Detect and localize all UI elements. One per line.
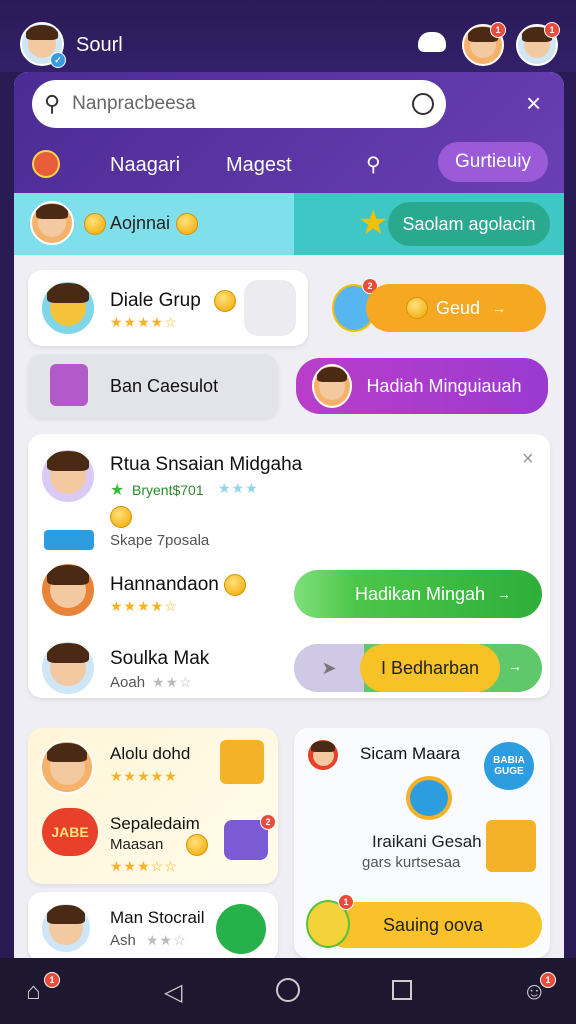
row2-button[interactable]: ➤ I Bedharban → xyxy=(294,644,542,692)
list-card: × Rtua Snsaian Midgaha ★ Bryent$701 ★★★ … xyxy=(28,434,550,698)
row2-button-label: I Bedharban xyxy=(360,644,500,692)
cloud-icon[interactable] xyxy=(418,32,446,52)
main-panel: ⚲ Nanpracbeesa × Naagari Magest ⚲ Gurtie… xyxy=(14,72,564,958)
coin-icon-3 xyxy=(214,290,236,312)
gift-button-label: Hadiah Minguiauah xyxy=(366,375,522,396)
list-label: Skape 7posala xyxy=(110,532,210,549)
row1-button-label: Hadikan Mingah xyxy=(354,583,486,604)
nav-search-icon[interactable]: ⚲ xyxy=(366,152,381,177)
arrow-icon: → xyxy=(492,300,507,316)
br-title: Sicam Maara xyxy=(360,744,461,763)
row1-name: Hannandaon xyxy=(110,574,219,595)
system-nav-bar: ⌂ 1 ◁ ☺ 1 xyxy=(0,958,576,1024)
br-line2: gars kurtsesaa xyxy=(362,854,461,871)
coin-icon-2 xyxy=(176,213,198,235)
user-name: Sourl xyxy=(76,34,123,56)
row2-sub: Aoah xyxy=(110,674,146,691)
group-card[interactable]: Diale Grup ★★★★☆ xyxy=(28,270,308,346)
coin-icon-4 xyxy=(405,297,428,319)
bl-item1-stars: ★★★★★ xyxy=(110,768,178,784)
profile-badge: 1 xyxy=(540,972,556,988)
box-card[interactable]: Ban Caesulot xyxy=(28,354,278,418)
list-title: Rtua Snsaian Midgaha xyxy=(110,454,303,475)
coin-icon-7 xyxy=(186,834,208,856)
star-icon: ★ xyxy=(358,204,389,242)
treasure-icon xyxy=(220,740,264,784)
tab-naagari[interactable]: Naagari xyxy=(110,154,180,177)
bl-badge: JABE xyxy=(42,808,98,856)
arrow-icon-3: → xyxy=(508,658,522,674)
coin-icon-5 xyxy=(110,506,132,528)
br-button[interactable]: Sauing oova xyxy=(324,902,542,948)
home-badge: 1 xyxy=(44,972,60,988)
verified-icon: ✓ xyxy=(50,52,66,68)
box-title: Ban Caesulot xyxy=(110,376,219,396)
card-icon xyxy=(44,530,94,550)
group-button-label: Geud xyxy=(435,297,481,318)
recents-icon[interactable] xyxy=(392,980,412,1000)
bc3-name: Man Stocrail xyxy=(110,908,205,927)
close-icon[interactable]: × xyxy=(526,88,541,119)
list-meta-stars: ★★★ xyxy=(218,480,259,496)
tab-magest[interactable]: Magest xyxy=(226,154,292,177)
treasure-icon-2 xyxy=(486,820,536,872)
banner-avatar xyxy=(30,201,74,245)
send-icon: ➤ xyxy=(294,644,364,692)
list-meta: Bryent$701 xyxy=(132,482,204,498)
coin-icon xyxy=(84,213,106,235)
bl-item2-name: Sepaledaim xyxy=(110,814,200,833)
back-icon[interactable]: ◁ xyxy=(164,978,182,1007)
star-icon-green: ★ xyxy=(110,482,125,499)
group-title: Diale Grup xyxy=(110,290,201,311)
row2-avatar xyxy=(40,640,96,696)
br-badge: BABIA GUGE xyxy=(484,742,534,790)
bottom-right-card: Sicam Maara BABIA GUGE Iraikani Gesah ga… xyxy=(294,728,550,958)
banner: Aojnnai ★ Saolam agolacin xyxy=(14,193,564,255)
status-bar: ✓ Sourl 1 1 xyxy=(0,0,576,72)
bag-icon xyxy=(50,364,88,406)
bc3-stars: ★★☆ xyxy=(146,932,187,948)
group-avatar xyxy=(40,280,96,336)
home-button-icon[interactable] xyxy=(276,978,300,1002)
bottom-card-3[interactable]: Man Stocrail Ash ★★☆ xyxy=(28,892,278,958)
share-icon[interactable] xyxy=(244,280,296,336)
nav-cta-button[interactable]: Gurtieuiy xyxy=(438,142,548,182)
clock-icon[interactable] xyxy=(412,93,434,115)
home-tab-icon[interactable] xyxy=(32,150,60,178)
robot-badge: 2 xyxy=(260,814,276,830)
notification-badge: 1 xyxy=(490,22,506,38)
banner-user-text: Aojnnai xyxy=(110,213,171,233)
bl-item1-name: Alolu dohd xyxy=(110,744,191,763)
header: ⚲ Nanpracbeesa × Naagari Magest ⚲ Gurtie… xyxy=(14,72,564,193)
gift-avatar xyxy=(312,364,352,408)
br-line1: Iraikani Gesah xyxy=(372,832,482,851)
coin-icon-6 xyxy=(224,574,246,596)
home-icon[interactable]: ⌂ xyxy=(26,978,41,1006)
group-button[interactable]: Geud → xyxy=(366,284,546,332)
bl-avatar-1 xyxy=(40,740,94,794)
br-button-badge: 1 xyxy=(338,894,354,910)
bl-item2-sub: Maasan xyxy=(110,836,164,853)
search-icon: ⚲ xyxy=(44,91,61,116)
row1-stars: ★★★★☆ xyxy=(110,598,178,614)
row2-stars: ★★☆ xyxy=(152,674,193,690)
search-bar[interactable]: ⚲ Nanpracbeesa xyxy=(32,80,446,128)
bl-item2-stars: ★★★☆☆ xyxy=(110,858,178,874)
row2-name: Soulka Mak xyxy=(110,648,210,669)
bottom-left-card: Alolu dohd ★★★★★ JABE Sepaledaim Maasan … xyxy=(28,728,278,884)
search-input[interactable]: Nanpracbeesa xyxy=(72,93,412,115)
bc3-avatar xyxy=(40,902,92,954)
br-avatar xyxy=(306,738,340,772)
bc3-sub: Ash xyxy=(110,932,136,949)
notification-badge-2: 1 xyxy=(544,22,560,38)
gem-icon xyxy=(406,776,452,820)
close-icon-2[interactable]: × xyxy=(522,448,534,471)
group-rating: ★★★★☆ xyxy=(110,314,178,330)
list-avatar xyxy=(40,448,96,504)
row1-button[interactable]: Hadikan Mingah → xyxy=(294,570,542,618)
arrow-icon-2: → xyxy=(497,586,512,602)
green-app-icon[interactable] xyxy=(216,904,266,954)
row1-avatar xyxy=(40,562,96,618)
banner-button[interactable]: Saolam agolacin xyxy=(388,202,550,246)
